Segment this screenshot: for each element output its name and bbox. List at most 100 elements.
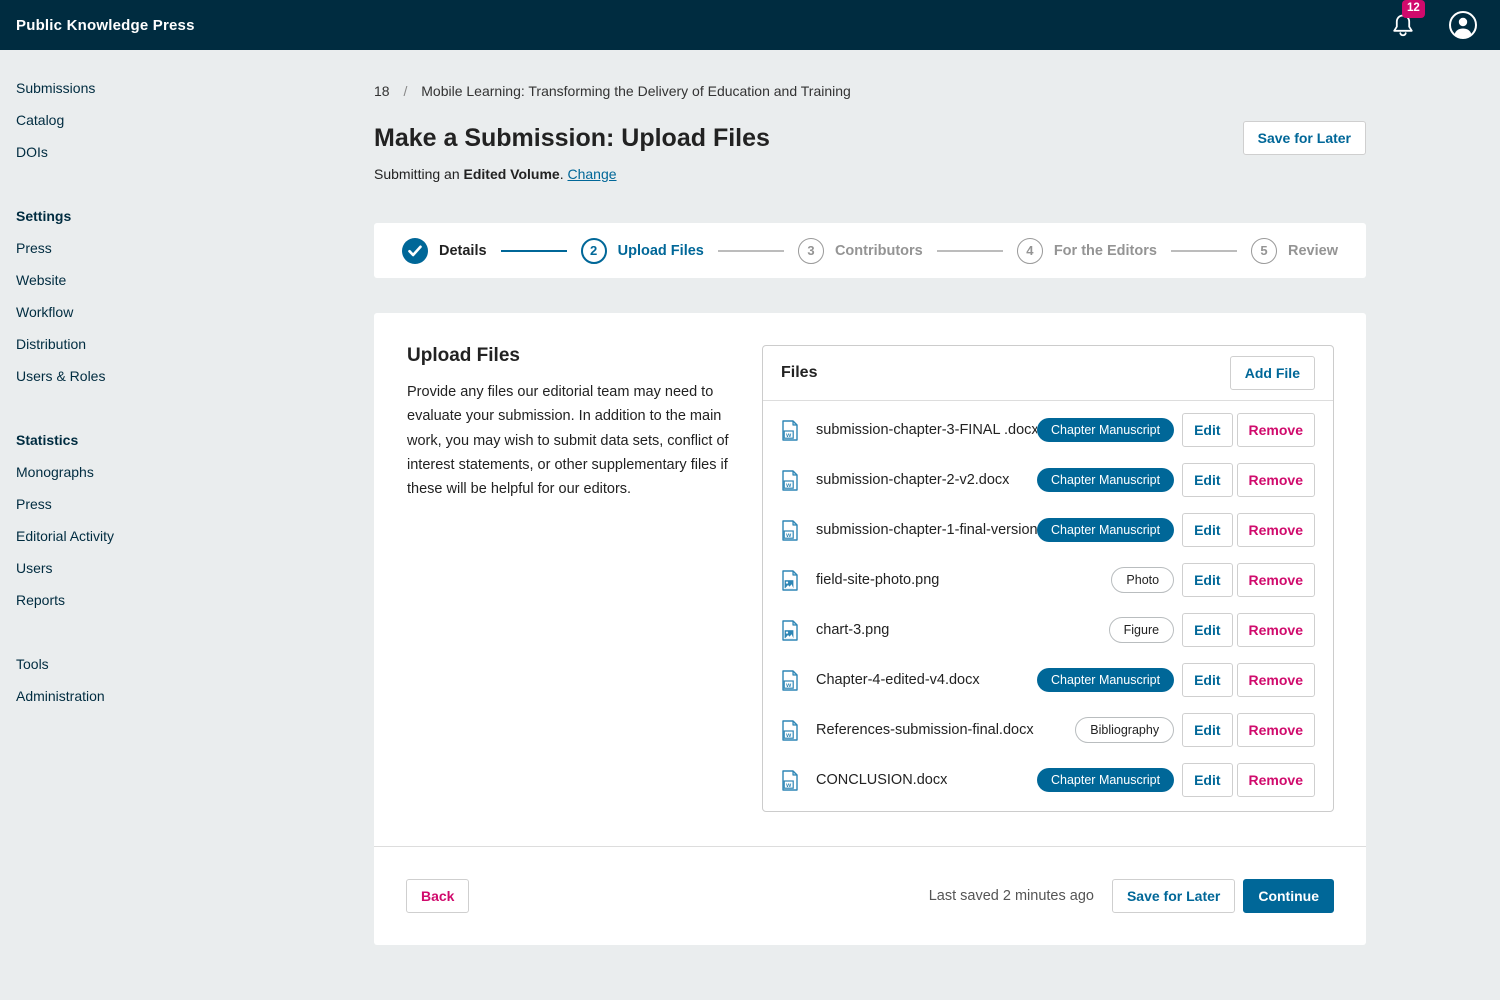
notifications-button[interactable]: 12 bbox=[1390, 8, 1422, 42]
sidebar-item-submissions[interactable]: Submissions bbox=[16, 72, 284, 104]
user-avatar-icon bbox=[1448, 28, 1478, 43]
sidebar-item-tools[interactable]: Tools bbox=[16, 648, 284, 680]
file-row: w CONCLUSION.docx Chapter Manuscript Edi… bbox=[763, 755, 1333, 805]
section-title: Upload Files bbox=[407, 345, 729, 367]
save-for-later-button-bottom[interactable]: Save for Later bbox=[1112, 879, 1235, 913]
word-doc-icon: w bbox=[781, 670, 799, 691]
file-name: chart-3.png bbox=[816, 622, 889, 638]
sidebar-item-dois[interactable]: DOIs bbox=[16, 136, 284, 168]
sidebar: SubmissionsCatalogDOIs Settings PressWeb… bbox=[0, 50, 300, 766]
app-title: Public Knowledge Press bbox=[16, 17, 195, 34]
file-genre-badge: Chapter Manuscript bbox=[1037, 468, 1174, 492]
remove-file-button[interactable]: Remove bbox=[1237, 563, 1315, 597]
step-indicator: 2 bbox=[581, 238, 607, 264]
file-row: w submission-chapter-1-final-version... … bbox=[763, 505, 1333, 555]
notification-count-badge: 12 bbox=[1402, 0, 1425, 18]
stepper-step-upload-files[interactable]: 2 Upload Files bbox=[581, 238, 704, 264]
edit-file-button[interactable]: Edit bbox=[1182, 613, 1232, 647]
back-button[interactable]: Back bbox=[406, 879, 469, 913]
page-title: Make a Submission: Upload Files bbox=[374, 124, 770, 153]
sidebar-item-press[interactable]: Press bbox=[16, 488, 284, 520]
breadcrumb-separator: / bbox=[403, 83, 407, 99]
stepper-step-details[interactable]: Details bbox=[402, 238, 487, 264]
edit-file-button[interactable]: Edit bbox=[1182, 563, 1232, 597]
sidebar-item-monographs[interactable]: Monographs bbox=[16, 456, 284, 488]
svg-text:w: w bbox=[785, 481, 792, 488]
wizard-footer: Back Last saved 2 minutes ago Save for L… bbox=[374, 847, 1366, 945]
step-indicator: 4 bbox=[1017, 238, 1043, 264]
user-menu-button[interactable] bbox=[1448, 10, 1478, 40]
step-label: For the Editors bbox=[1054, 243, 1157, 259]
remove-file-button[interactable]: Remove bbox=[1237, 613, 1315, 647]
file-genre-badge: Chapter Manuscript bbox=[1037, 668, 1174, 692]
file-name: submission-chapter-2-v2.docx bbox=[816, 472, 1009, 488]
remove-file-button[interactable]: Remove bbox=[1237, 513, 1315, 547]
edit-file-button[interactable]: Edit bbox=[1182, 663, 1232, 697]
change-submission-type-link[interactable]: Change bbox=[567, 166, 616, 182]
file-name: CONCLUSION.docx bbox=[816, 772, 947, 788]
breadcrumb-submission-id: 18 bbox=[374, 83, 390, 99]
step-check-icon bbox=[402, 238, 428, 264]
sidebar-item-distribution[interactable]: Distribution bbox=[16, 328, 284, 360]
word-doc-icon: w bbox=[781, 470, 799, 491]
sidebar-group: SubmissionsCatalogDOIs bbox=[16, 72, 284, 168]
files-list: w submission-chapter-3-FINAL .docx Chapt… bbox=[763, 401, 1333, 811]
last-saved-status: Last saved 2 minutes ago bbox=[929, 888, 1094, 904]
sidebar-item-reports[interactable]: Reports bbox=[16, 584, 284, 616]
svg-text:w: w bbox=[785, 781, 792, 788]
sidebar-item-administration[interactable]: Administration bbox=[16, 680, 284, 712]
file-row: w submission-chapter-3-FINAL .docx Chapt… bbox=[763, 405, 1333, 455]
submission-type-note: Submitting an Edited Volume. Change bbox=[374, 166, 1366, 182]
svg-text:w: w bbox=[785, 531, 792, 538]
image-file-icon bbox=[781, 570, 799, 591]
file-genre-badge: Chapter Manuscript bbox=[1037, 518, 1174, 542]
stepper-step-review[interactable]: 5 Review bbox=[1251, 238, 1338, 264]
sidebar-item-editorial-activity[interactable]: Editorial Activity bbox=[16, 520, 284, 552]
sidebar-item-website[interactable]: Website bbox=[16, 264, 284, 296]
remove-file-button[interactable]: Remove bbox=[1237, 713, 1315, 747]
image-file-icon bbox=[781, 620, 799, 641]
edit-file-button[interactable]: Edit bbox=[1182, 763, 1232, 797]
sidebar-section-header: Settings bbox=[16, 200, 284, 232]
sidebar-item-users-roles[interactable]: Users & Roles bbox=[16, 360, 284, 392]
step-label: Details bbox=[439, 243, 487, 259]
svg-text:w: w bbox=[785, 731, 792, 738]
sidebar-item-press[interactable]: Press bbox=[16, 232, 284, 264]
continue-button[interactable]: Continue bbox=[1243, 879, 1334, 913]
remove-file-button[interactable]: Remove bbox=[1237, 413, 1315, 447]
edit-file-button[interactable]: Edit bbox=[1182, 413, 1232, 447]
stepper-step-for-the-editors[interactable]: 4 For the Editors bbox=[1017, 238, 1157, 264]
word-doc-icon: w bbox=[781, 720, 799, 741]
save-for-later-button-top[interactable]: Save for Later bbox=[1243, 121, 1366, 155]
svg-text:w: w bbox=[785, 681, 792, 688]
file-row: w submission-chapter-2-v2.docx Chapter M… bbox=[763, 455, 1333, 505]
step-indicator: 5 bbox=[1251, 238, 1277, 264]
word-doc-icon: w bbox=[781, 520, 799, 541]
edit-file-button[interactable]: Edit bbox=[1182, 513, 1232, 547]
remove-file-button[interactable]: Remove bbox=[1237, 463, 1315, 497]
add-file-button[interactable]: Add File bbox=[1230, 356, 1315, 390]
file-genre-badge: Bibliography bbox=[1075, 717, 1174, 743]
remove-file-button[interactable]: Remove bbox=[1237, 763, 1315, 797]
stepper-step-contributors[interactable]: 3 Contributors bbox=[798, 238, 923, 264]
sidebar-group: ToolsAdministration bbox=[16, 648, 284, 712]
files-panel-title: Files bbox=[781, 364, 817, 382]
file-genre-badge: Figure bbox=[1109, 617, 1174, 643]
sidebar-item-workflow[interactable]: Workflow bbox=[16, 296, 284, 328]
upload-files-card: Upload Files Provide any files our edito… bbox=[374, 313, 1366, 945]
svg-text:w: w bbox=[785, 431, 792, 438]
remove-file-button[interactable]: Remove bbox=[1237, 663, 1315, 697]
subtitle-prefix: Submitting an bbox=[374, 166, 464, 182]
edit-file-button[interactable]: Edit bbox=[1182, 713, 1232, 747]
sidebar-item-catalog[interactable]: Catalog bbox=[16, 104, 284, 136]
step-label: Review bbox=[1288, 243, 1338, 259]
file-name: submission-chapter-3-FINAL .docx bbox=[816, 422, 1037, 438]
sidebar-item-users[interactable]: Users bbox=[16, 552, 284, 584]
submission-type-label: Edited Volume bbox=[464, 166, 560, 182]
sidebar-section-header: Statistics bbox=[16, 424, 284, 456]
file-row: chart-3.png Figure Edit Remove bbox=[763, 605, 1333, 655]
edit-file-button[interactable]: Edit bbox=[1182, 463, 1232, 497]
step-label: Upload Files bbox=[618, 243, 704, 259]
file-name: submission-chapter-1-final-version... bbox=[816, 522, 1037, 538]
file-genre-badge: Chapter Manuscript bbox=[1037, 768, 1174, 792]
